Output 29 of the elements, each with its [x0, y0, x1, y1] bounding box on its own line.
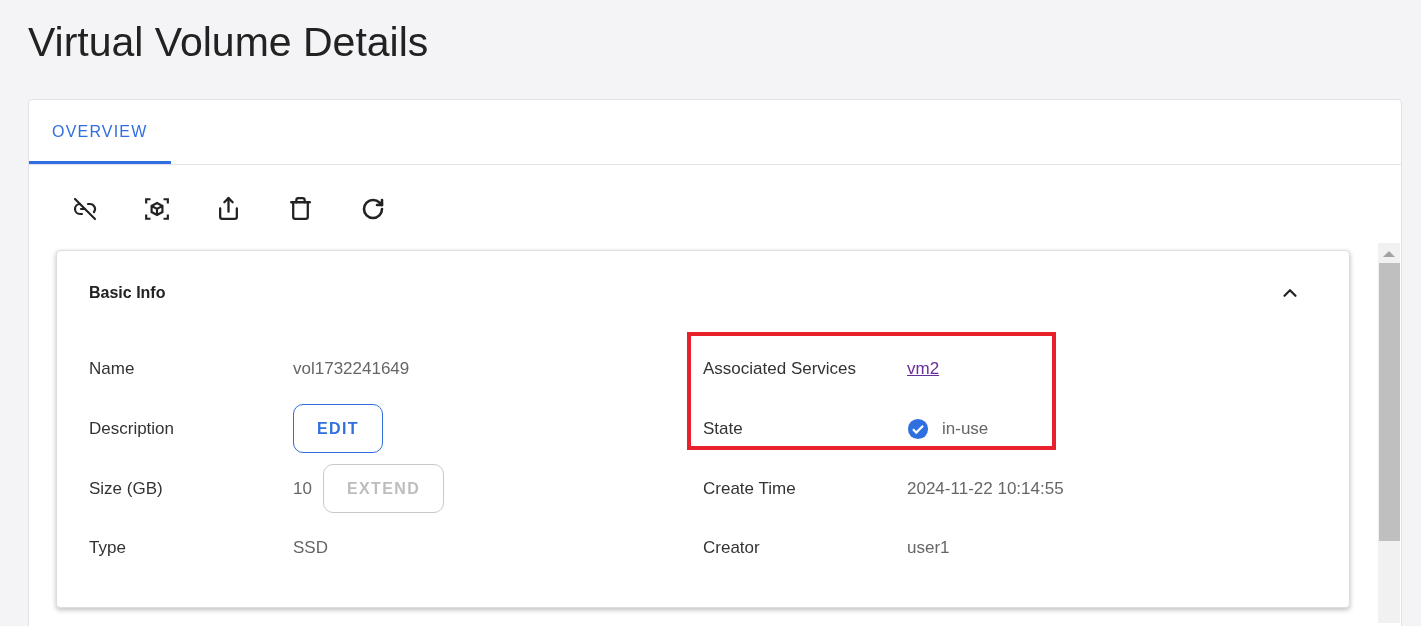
field-value: user1 [907, 538, 950, 558]
cube-scan-icon [143, 195, 170, 222]
panel-title: Basic Info [89, 284, 166, 302]
field-label: Associated Services [703, 359, 857, 379]
field-label: Size (GB) [89, 478, 163, 499]
unlink-button[interactable] [71, 195, 98, 222]
edit-button[interactable]: EDIT [293, 404, 384, 453]
field-label: Creator [703, 538, 760, 558]
field-value: SSD [293, 538, 328, 558]
field-value: in-use [942, 418, 989, 439]
field-label: Create Time [703, 478, 796, 499]
trash-icon [288, 196, 313, 221]
unlink-icon [72, 196, 97, 221]
tab[interactable]: OVERVIEW [29, 100, 171, 164]
snapshot-button[interactable] [143, 195, 170, 222]
service-link[interactable]: vm2 [907, 359, 940, 379]
field-label: State [703, 418, 743, 439]
delete-button[interactable] [287, 195, 314, 222]
check-circle-icon [907, 417, 929, 440]
share-icon [216, 196, 241, 221]
page-title: Virtual Volume Details [28, 18, 430, 67]
field-label: Name [89, 359, 135, 379]
field-value: vol1732241649 [293, 359, 410, 379]
field-value: 10 [293, 478, 312, 499]
scrollbar[interactable] [1378, 243, 1400, 623]
field-value: 2024-11-22 10:14:55 [907, 478, 1064, 499]
field-label: Description [89, 418, 175, 439]
refresh-icon [360, 196, 385, 221]
field-label: Type [89, 538, 126, 558]
